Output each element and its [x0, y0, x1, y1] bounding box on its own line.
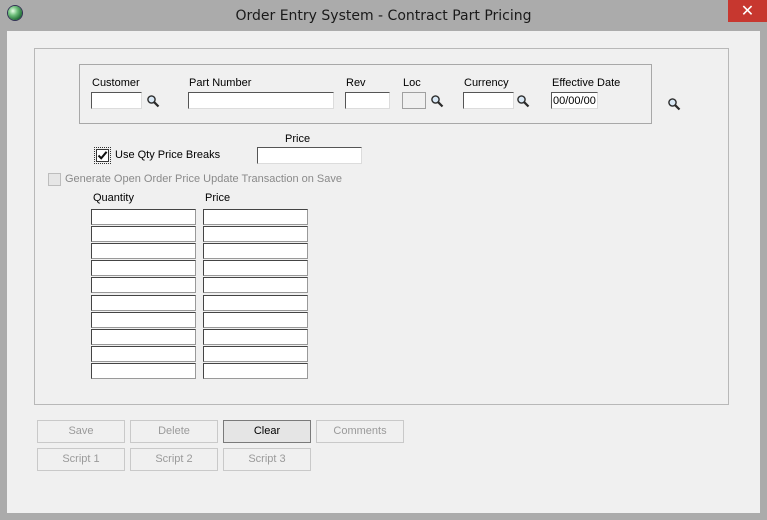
script-2-button[interactable]: Script 2: [130, 448, 218, 471]
customer-label: Customer: [92, 77, 140, 89]
part-number-label: Part Number: [189, 77, 252, 89]
script-1-button[interactable]: Script 1: [37, 448, 125, 471]
quantity-cell[interactable]: [91, 312, 196, 328]
pricing-group: Customer Part Number Rev Loc Currency Ef…: [34, 48, 729, 405]
quantity-cell[interactable]: [91, 260, 196, 276]
price-input[interactable]: [257, 147, 362, 164]
close-button[interactable]: ✕: [728, 0, 767, 22]
currency-lookup-icon[interactable]: [516, 94, 530, 108]
comments-button[interactable]: Comments: [316, 420, 404, 443]
quantity-cell[interactable]: [91, 329, 196, 345]
rev-label: Rev: [346, 77, 366, 89]
checkmark-icon: [97, 151, 108, 160]
quantity-cell[interactable]: [91, 295, 196, 311]
price-cell[interactable]: [203, 363, 308, 379]
generate-update-checkbox[interactable]: [48, 173, 61, 186]
key-fields-box: Customer Part Number Rev Loc Currency Ef…: [79, 64, 652, 124]
price-cell[interactable]: [203, 260, 308, 276]
window-title: Order Entry System - Contract Part Prici…: [235, 8, 532, 24]
currency-input[interactable]: [463, 92, 514, 109]
client-area: Customer Part Number Rev Loc Currency Ef…: [7, 31, 760, 513]
quantity-cell[interactable]: [91, 226, 196, 242]
quantity-cell[interactable]: [91, 346, 196, 362]
save-button[interactable]: Save: [37, 420, 125, 443]
app-window: Order Entry System - Contract Part Prici…: [0, 0, 767, 520]
quantity-cell[interactable]: [91, 277, 196, 293]
loc-input[interactable]: [402, 92, 426, 109]
quantity-column-header: Quantity: [93, 192, 134, 204]
quantity-cell[interactable]: [91, 209, 196, 225]
customer-input[interactable]: [91, 92, 142, 109]
part-number-input[interactable]: [188, 92, 334, 109]
price-column-header: Price: [205, 192, 231, 204]
price-cell[interactable]: [203, 346, 308, 362]
script-3-button[interactable]: Script 3: [223, 448, 311, 471]
loc-label: Loc: [403, 77, 421, 89]
price-cell[interactable]: [203, 277, 308, 293]
quantity-cell[interactable]: [91, 243, 196, 259]
clear-button[interactable]: Clear: [223, 420, 311, 443]
price-cell[interactable]: [203, 329, 308, 345]
quantity-cell[interactable]: [91, 363, 196, 379]
price-cell[interactable]: [203, 226, 308, 242]
price-cell[interactable]: [203, 243, 308, 259]
general-lookup-icon[interactable]: [667, 97, 681, 111]
rev-input[interactable]: [345, 92, 390, 109]
price-cell[interactable]: [203, 312, 308, 328]
delete-button[interactable]: Delete: [130, 420, 218, 443]
title-bar[interactable]: Order Entry System - Contract Part Prici…: [0, 0, 767, 31]
price-cell[interactable]: [203, 209, 308, 225]
use-qty-price-breaks-checkbox[interactable]: [96, 149, 109, 162]
effective-date-input[interactable]: [551, 92, 598, 109]
effective-date-label: Effective Date: [552, 77, 621, 89]
loc-lookup-icon[interactable]: [430, 94, 444, 108]
price-label: Price: [285, 133, 311, 145]
currency-label: Currency: [464, 77, 509, 89]
use-qty-price-breaks-label[interactable]: Use Qty Price Breaks: [115, 149, 220, 161]
customer-lookup-icon[interactable]: [146, 94, 160, 108]
price-cell[interactable]: [203, 295, 308, 311]
generate-update-label[interactable]: Generate Open Order Price Update Transac…: [65, 173, 342, 185]
